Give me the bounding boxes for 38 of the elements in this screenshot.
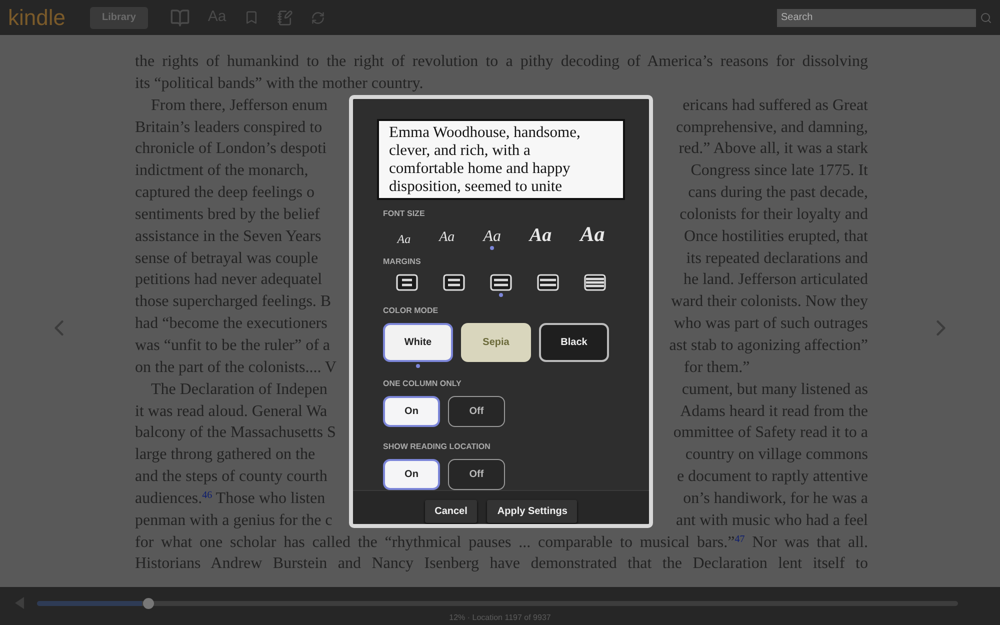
font-size-option[interactable]: Aa xyxy=(483,229,501,250)
font-size-option[interactable]: Aa xyxy=(439,231,455,250)
book-icon[interactable] xyxy=(170,8,190,28)
preview-line: disposition, seemed to unite xyxy=(389,178,564,196)
margin-icon xyxy=(490,274,512,291)
margin-icon xyxy=(584,274,606,291)
toggle-button[interactable]: On xyxy=(383,396,440,427)
sync-icon[interactable] xyxy=(311,10,326,24)
section-label: ONE COLUMN ONLY xyxy=(383,378,462,390)
back-arrow-icon[interactable] xyxy=(14,596,25,610)
color-mode-button[interactable]: Sepia xyxy=(461,323,531,362)
toggle-button[interactable]: On xyxy=(383,459,440,490)
font-size-option[interactable]: Aa xyxy=(580,224,605,250)
margin-icon xyxy=(537,274,560,291)
font-size-option[interactable]: Aa xyxy=(397,233,411,250)
section-label: MARGINS xyxy=(383,256,422,268)
preview-line: Emma Woodhouse, handsome, xyxy=(389,124,582,142)
search-icon[interactable] xyxy=(980,12,992,24)
toggle-button[interactable]: Off xyxy=(448,459,505,490)
logo: kindle xyxy=(8,6,66,28)
dialog-button[interactable]: Apply Settings xyxy=(487,500,578,523)
notes-icon[interactable] xyxy=(277,10,294,26)
margin-icon xyxy=(442,274,465,291)
preview-line: comfortable home and happy xyxy=(389,160,572,178)
color-mode-button[interactable]: Black xyxy=(539,323,609,362)
toggle-button[interactable]: Off xyxy=(448,396,505,427)
section-label: COLOR MODE xyxy=(383,305,440,317)
margin-icon xyxy=(396,274,418,291)
search-field[interactable]: Search xyxy=(777,8,976,26)
section-label: SHOW READING LOCATION xyxy=(383,441,492,453)
color-mode-button[interactable]: White xyxy=(383,323,453,362)
bookmark-icon[interactable] xyxy=(244,10,260,25)
preview-line: clever, and rich, with a xyxy=(389,142,532,160)
dialog-button[interactable]: Cancel xyxy=(424,500,478,523)
section-label: FONT SIZE xyxy=(383,208,426,220)
font-size-option[interactable]: Aa xyxy=(529,226,552,250)
margin-option[interactable] xyxy=(490,274,512,297)
slider-thumb[interactable] xyxy=(142,598,154,608)
